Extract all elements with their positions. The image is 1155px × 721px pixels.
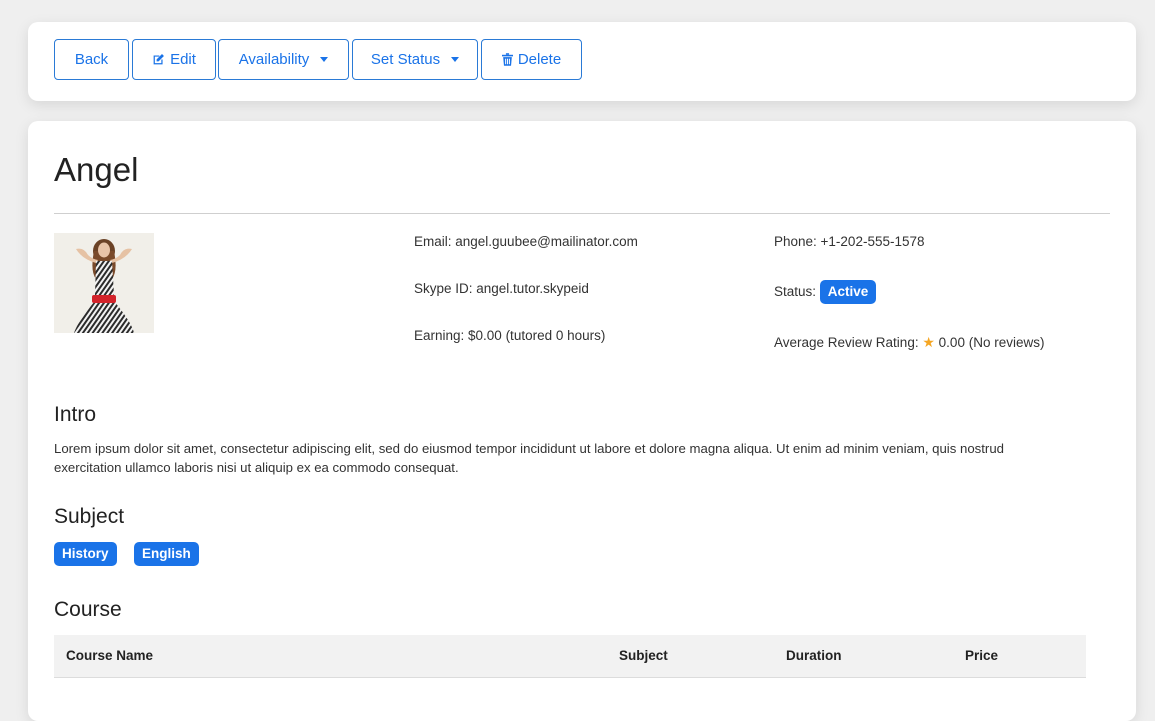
subject-heading: Subject — [54, 505, 125, 528]
phone-text: Phone: +1-202-555-1578 — [774, 234, 925, 249]
delete-button[interactable]: Delete — [481, 39, 582, 80]
rating-value: 0.00 (No reviews) — [938, 335, 1045, 350]
divider — [54, 213, 1110, 214]
availability-label: Availability — [238, 51, 310, 68]
page-title: Angel — [54, 151, 139, 188]
column-header-subject: Subject — [619, 648, 668, 663]
edit-button[interactable]: Edit — [132, 39, 216, 80]
availability-dropdown[interactable]: Availability — [218, 39, 349, 80]
email-text: Email: angel.guubee@mailinator.com — [414, 234, 638, 249]
intro-text: Lorem ipsum dolor sit amet, consectetur … — [54, 441, 1004, 475]
status-badge: Active — [819, 280, 877, 304]
tutor-profile-card: Angel Email: angel.guubee@mailinator.com… — [28, 121, 1136, 721]
status-row: Status: Active — [774, 280, 877, 304]
status-label: Status: — [774, 284, 817, 299]
course-heading: Course — [54, 598, 122, 621]
course-table-header: Course Name Subject Duration Price — [54, 635, 1086, 678]
subject-badge-history: History — [54, 542, 117, 566]
delete-button-label: Delete — [517, 51, 562, 68]
action-toolbar: Back Edit Availability Set Status Delete — [28, 22, 1136, 101]
column-header-duration: Duration — [786, 648, 842, 663]
set-status-label: Set Status — [370, 51, 441, 68]
back-button-label: Back — [74, 51, 109, 68]
skype-id-text: Skype ID: angel.tutor.skypeid — [414, 281, 589, 296]
subject-badge-english: English — [134, 542, 199, 566]
caret-down-icon — [451, 57, 460, 62]
back-button[interactable]: Back — [54, 39, 129, 80]
star-icon: ★ — [922, 334, 935, 350]
set-status-dropdown[interactable]: Set Status — [352, 39, 478, 80]
trash-icon — [501, 53, 513, 66]
intro-heading: Intro — [54, 403, 97, 426]
avatar — [54, 233, 154, 333]
caret-down-icon — [320, 57, 329, 62]
earning-text: Earning: $0.00 (tutored 0 hours) — [414, 328, 606, 343]
column-header-course-name: Course Name — [66, 648, 154, 663]
edit-icon — [152, 53, 165, 66]
column-header-price: Price — [965, 648, 999, 663]
edit-button-label: Edit — [170, 51, 196, 68]
rating-row: Average Review Rating: ★ 0.00 (No review… — [774, 334, 1044, 351]
rating-label: Average Review Rating: — [774, 335, 919, 350]
